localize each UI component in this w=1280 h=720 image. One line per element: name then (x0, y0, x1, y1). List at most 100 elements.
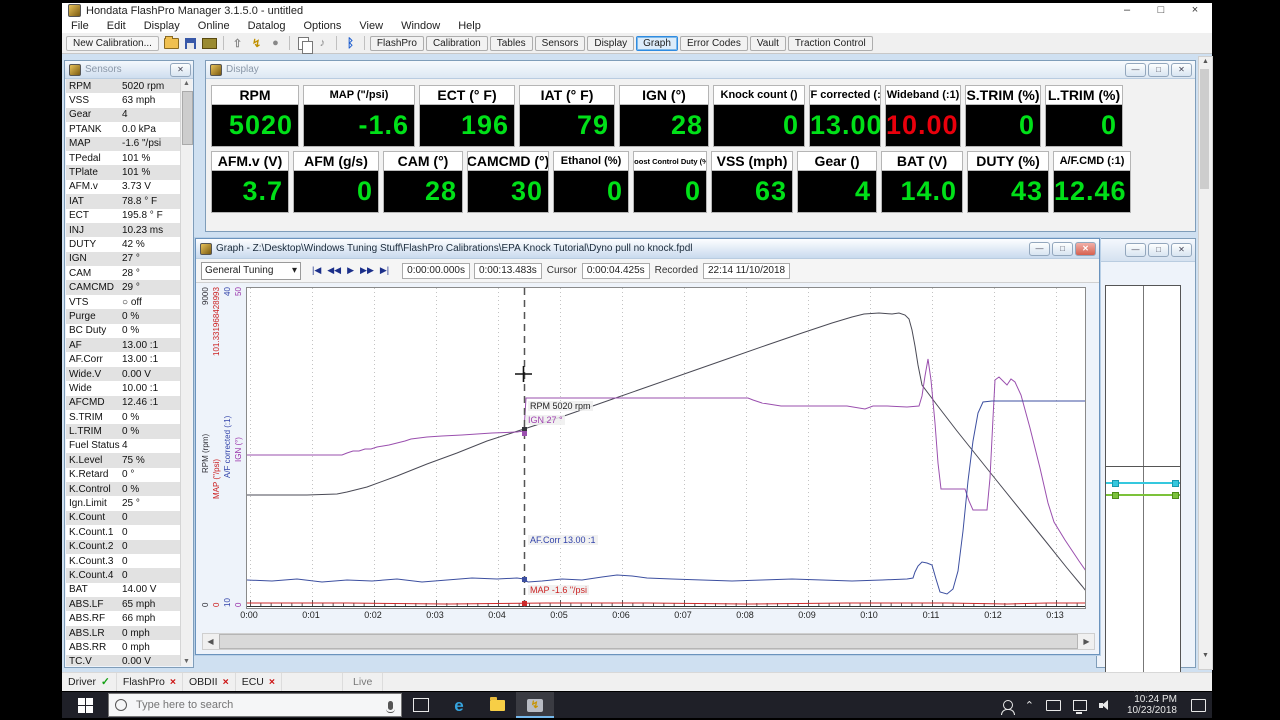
display-restore-button[interactable]: □ (1148, 62, 1169, 77)
toolbar-button-error-codes[interactable]: Error Codes (679, 35, 748, 51)
hidden-icons-button[interactable]: ⌃ (1019, 692, 1040, 718)
maximize-button[interactable]: □ (1144, 3, 1178, 18)
taskbar-search[interactable] (108, 693, 402, 717)
tuning-preset-select[interactable]: General Tuning ▾ (201, 261, 301, 280)
sensor-row[interactable]: Wide 10.00 :1 (66, 381, 181, 395)
sensors-titlebar[interactable]: Sensors ✕ (65, 61, 193, 79)
sensor-row[interactable]: DUTY 42 % (66, 237, 181, 251)
display-titlebar[interactable]: Display — □ ✕ (206, 61, 1195, 79)
toolbar-button-display[interactable]: Display (587, 35, 635, 51)
sensor-row[interactable]: K.Retard 0 ° (66, 468, 181, 482)
sensor-row[interactable]: CAM 28 ° (66, 266, 181, 280)
sensor-row[interactable]: Wide.V 0.00 V (66, 366, 181, 382)
menu-options[interactable]: Options (295, 20, 351, 32)
upload-icon[interactable]: ⇧ (229, 36, 246, 51)
volume-tray-button[interactable] (1093, 692, 1119, 718)
sensor-row[interactable]: TC.V 0.00 V (66, 654, 181, 666)
toolbar-button-tables[interactable]: Tables (489, 35, 533, 51)
w2-green-series[interactable] (1106, 492, 1180, 499)
w2-close-button[interactable]: ✕ (1171, 243, 1192, 257)
sensor-row[interactable]: IGN 27 ° (66, 251, 181, 267)
sensor-row[interactable]: ECT 195.8 ° F (66, 209, 181, 223)
vscrollbar-thumb[interactable] (1200, 69, 1209, 189)
sensor-row[interactable]: INJ 10.23 ms (66, 222, 181, 238)
w2-minimize-button[interactable]: — (1125, 243, 1146, 257)
display-close-button[interactable]: ✕ (1171, 62, 1192, 77)
sensor-row[interactable]: AF.Corr 13.00 :1 (66, 352, 181, 366)
sensor-row[interactable]: K.Count.3 0 (66, 554, 181, 568)
sensor-row[interactable]: PTANK 0.0 kPa (66, 122, 181, 136)
menu-view[interactable]: View (350, 20, 392, 32)
sensor-row[interactable]: VSS 63 mph (66, 93, 181, 107)
sensor-row[interactable]: Ign.Limit 25 ° (66, 496, 181, 510)
toolbar-button-vault[interactable]: Vault (749, 35, 786, 51)
sensor-row[interactable]: K.Control 0 % (66, 481, 181, 497)
sensors-scrollbar[interactable]: ▲ ▼ (180, 79, 193, 666)
graph-plot-area[interactable]: RPM 5020 rpm IGN 27 ° AF.Corr 13.00 :1 M… (246, 287, 1086, 609)
menu-edit[interactable]: Edit (98, 20, 135, 32)
open-folder-icon[interactable] (163, 35, 180, 51)
client-vscrollbar[interactable]: ▲ ▼ (1198, 56, 1213, 670)
sensor-row[interactable]: ABS.LR 0 mph (66, 625, 181, 641)
sensor-row[interactable]: TPlate 101 % (66, 165, 181, 180)
taskbar-clock[interactable]: 10:24 PM 10/23/2018 (1119, 694, 1185, 716)
record-icon[interactable]: ● (267, 36, 284, 51)
sensor-row[interactable]: CAMCMD 29 ° (66, 280, 181, 295)
transport-button[interactable]: ▶| (377, 265, 392, 276)
sensor-row[interactable]: Purge 0 % (66, 309, 181, 324)
transport-button[interactable]: ▶▶ (357, 265, 377, 276)
sensor-row[interactable]: L.TRIM 0 % (66, 424, 181, 439)
sensor-row[interactable]: K.Count.4 0 (66, 568, 181, 583)
sensor-row[interactable]: K.Count 0 (66, 510, 181, 526)
bluetooth-icon[interactable]: ᛒ (342, 36, 359, 51)
transport-button[interactable]: ◀◀ (324, 265, 344, 276)
scrollbar-thumb[interactable] (182, 91, 193, 145)
sensor-row[interactable]: K.Count.2 0 (66, 539, 181, 554)
w2-cyan-series[interactable] (1106, 480, 1180, 487)
toolbar-button-traction-control[interactable]: Traction Control (787, 35, 873, 51)
file-explorer-button[interactable] (478, 692, 516, 718)
menu-display[interactable]: Display (135, 20, 189, 32)
graph-minimize-button[interactable]: — (1029, 241, 1050, 256)
microphone-icon[interactable] (386, 700, 395, 713)
menu-file[interactable]: File (62, 20, 98, 32)
table-graph-titlebar[interactable]: — □ ✕ (1097, 239, 1195, 262)
copy-icon[interactable] (295, 36, 313, 54)
import-folder-icon[interactable] (201, 36, 218, 51)
sensor-row[interactable]: BC Duty 0 % (66, 324, 181, 338)
table-graph-plot[interactable]: 7500 Rpm (1105, 285, 1181, 696)
minimize-button[interactable]: – (1110, 3, 1144, 18)
toolbar-button-sensors[interactable]: Sensors (534, 35, 586, 51)
sensor-row[interactable]: S.TRIM 0 % (66, 410, 181, 424)
sensor-row[interactable]: TPedal 101 % (66, 151, 181, 165)
datalog-icon[interactable]: ♪ (314, 36, 331, 51)
task-view-button[interactable] (402, 692, 440, 718)
people-button[interactable] (997, 692, 1019, 718)
menu-help[interactable]: Help (449, 20, 490, 32)
scroll-right-icon[interactable]: ▶ (1079, 637, 1094, 646)
sensor-row[interactable]: BAT 14.00 V (66, 583, 181, 597)
transport-button[interactable]: |◀ (309, 265, 324, 276)
sensors-close-button[interactable]: ✕ (170, 62, 191, 77)
scroll-up-icon[interactable]: ▲ (1199, 58, 1212, 65)
toolbar-button-flashpro[interactable]: FlashPro (369, 35, 424, 51)
scroll-up-icon[interactable]: ▲ (181, 80, 192, 87)
flashpro-taskbar-button[interactable]: ↯ (516, 692, 554, 718)
scroll-down-icon[interactable]: ▼ (1199, 652, 1212, 659)
transport-button[interactable]: ▶ (344, 265, 357, 276)
toolbar-button-graph[interactable]: Graph (636, 35, 678, 51)
action-center-button[interactable] (1185, 692, 1212, 718)
graph-h-scrollbar[interactable]: ◀ ▶ (202, 633, 1095, 650)
sensor-row[interactable]: Gear 4 (66, 107, 181, 123)
close-button[interactable]: × (1178, 3, 1212, 18)
sensor-row[interactable]: AF 13.00 :1 (66, 338, 181, 353)
menu-online[interactable]: Online (189, 20, 239, 32)
sensor-row[interactable]: Fuel Status 4 (66, 439, 181, 453)
sensor-row[interactable]: IAT 78.8 ° F (66, 194, 181, 209)
graph-restore-button[interactable]: □ (1052, 241, 1073, 256)
sensor-row[interactable]: ABS.LF 65 mph (66, 597, 181, 612)
display-minimize-button[interactable]: — (1125, 62, 1146, 77)
sensor-row[interactable]: ABS.RF 66 mph (66, 611, 181, 625)
device-tray-button[interactable] (1040, 692, 1067, 718)
new-calibration-button[interactable]: New Calibration... (66, 35, 159, 51)
